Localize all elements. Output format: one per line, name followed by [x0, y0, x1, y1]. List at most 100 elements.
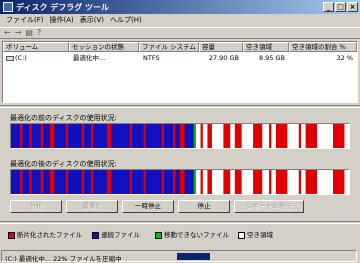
menu-view[interactable]: 表示(V): [80, 14, 104, 26]
disk-cluster: [136, 170, 140, 194]
disk-cluster: [168, 170, 172, 194]
minimize-button[interactable]: _: [323, 2, 334, 12]
pause-button[interactable]: 一時停止: [122, 200, 174, 213]
disk-cluster: [200, 124, 204, 148]
session-status: 最適化中...: [73, 54, 106, 62]
disk-cluster: [209, 170, 213, 194]
col-free-percent[interactable]: 空き領域の割合 %: [289, 42, 357, 52]
legend-free: 空き領域: [238, 230, 273, 240]
disk-cluster: [31, 124, 35, 148]
disk-cluster: [77, 124, 80, 148]
file-system: NTFS: [143, 54, 160, 62]
disk-cluster: [234, 124, 238, 148]
disk-cluster: [177, 170, 181, 194]
progress-fill: [177, 253, 210, 260]
disk-cluster: [79, 170, 83, 194]
disk-cluster: [216, 170, 220, 194]
menu-help[interactable]: ヘルプ(H): [110, 14, 142, 26]
disk-cluster: [275, 124, 279, 148]
disk-cluster: [68, 124, 71, 148]
disk-cluster: [321, 170, 325, 194]
legend-unmovable: 移動できないファイル: [155, 230, 229, 240]
disk-cluster: [100, 170, 103, 194]
disk-cluster: [11, 170, 14, 194]
disk-cluster: [337, 170, 341, 194]
disk-cluster: [54, 124, 57, 148]
close-button[interactable]: ×: [347, 2, 358, 12]
disk-cluster: [195, 124, 199, 148]
disk-cluster: [257, 170, 261, 194]
disk-cluster: [145, 124, 149, 148]
disk-cluster: [195, 170, 199, 194]
disk-cluster: [127, 170, 131, 194]
disk-cluster: [344, 124, 348, 148]
disk-cluster: [173, 170, 176, 194]
disk-cluster: [189, 170, 192, 194]
disk-cluster: [314, 170, 318, 194]
disk-cluster: [243, 124, 247, 148]
disk-cluster: [262, 170, 265, 194]
action-buttons: 分析 最適化 一時停止 停止 レポートの表示: [10, 200, 350, 213]
disk-cluster: [182, 170, 185, 194]
disk-cluster: [271, 124, 274, 148]
disk-cluster: [129, 124, 133, 148]
stop-button[interactable]: 停止: [178, 200, 230, 213]
disk-cluster: [301, 170, 304, 194]
col-free-space[interactable]: 空き領域: [243, 42, 289, 52]
menu-file[interactable]: ファイル(F): [6, 14, 44, 26]
maximize-button[interactable]: □: [335, 2, 346, 12]
disk-cluster: [317, 170, 320, 194]
disk-cluster: [72, 170, 76, 194]
view-report-button[interactable]: レポートの表示: [234, 200, 304, 213]
disk-cluster: [168, 124, 172, 148]
back-arrow-icon[interactable]: ←: [4, 28, 11, 38]
disk-cluster: [104, 124, 108, 148]
col-session-status[interactable]: セッションの状態: [69, 42, 139, 52]
disk-cluster: [301, 124, 304, 148]
disk-cluster: [81, 170, 85, 194]
disk-cluster: [170, 124, 174, 148]
disk-cluster: [273, 124, 277, 148]
volume-name: (C:): [15, 54, 27, 62]
disk-cluster: [209, 124, 213, 148]
disk-cluster: [70, 170, 73, 194]
disk-cluster: [287, 124, 290, 148]
legend-swatch: [238, 231, 245, 239]
disk-cluster: [193, 170, 197, 194]
disk-cluster: [88, 124, 92, 148]
col-capacity[interactable]: 容量: [199, 42, 243, 52]
disk-cluster: [136, 124, 140, 148]
disk-cluster: [29, 170, 32, 194]
forward-arrow-icon[interactable]: →: [15, 28, 22, 38]
disk-cluster: [337, 124, 341, 148]
disk-cluster: [191, 170, 194, 194]
disk-cluster: [227, 124, 231, 148]
legend-fragmented: 断片化されたファイル: [8, 230, 82, 240]
defrag-button[interactable]: 最適化: [66, 200, 118, 213]
disk-cluster: [74, 124, 78, 148]
col-volume[interactable]: ボリューム: [3, 42, 69, 52]
volume-list: ボリューム セッションの状態 ファイル システム 容量 空き領域 空き領域の割合…: [2, 41, 358, 103]
disk-cluster: [237, 124, 240, 148]
disk-cluster: [175, 170, 179, 194]
col-file-system[interactable]: ファイル システム: [139, 42, 199, 52]
table-row[interactable]: (C:) 最適化中... NTFS 27.90 GB 8.95 GB 32 %: [3, 53, 357, 63]
disk-cluster: [289, 170, 293, 194]
disk-cluster: [180, 170, 183, 194]
analyze-button[interactable]: 分析: [10, 200, 62, 213]
disk-cluster: [22, 124, 25, 148]
disk-cluster: [152, 124, 156, 148]
console-tree-icon[interactable]: ▤: [25, 28, 33, 38]
disk-cluster: [31, 170, 35, 194]
disk-cluster: [186, 170, 190, 194]
hard-disk-icon: [6, 55, 14, 61]
disk-cluster: [152, 170, 156, 194]
legend-swatch: [8, 231, 15, 239]
disk-cluster: [223, 170, 226, 194]
disk-cluster: [141, 170, 144, 194]
disk-cluster: [24, 170, 28, 194]
menu-action[interactable]: 操作(A): [50, 14, 74, 26]
help-icon[interactable]: ?: [37, 28, 41, 38]
disk-cluster: [74, 170, 78, 194]
disk-cluster: [291, 170, 295, 194]
